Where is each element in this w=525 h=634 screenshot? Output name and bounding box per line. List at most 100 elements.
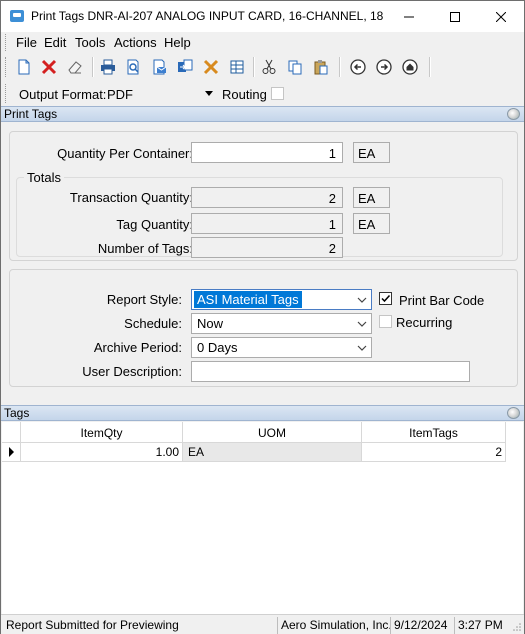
column-header-itemtags[interactable]: ItemTags (362, 422, 506, 443)
transaction-quantity-label: Transaction Quantity: (69, 190, 193, 205)
menu-edit[interactable]: Edit (44, 35, 66, 50)
status-date: 9/12/2024 (390, 617, 449, 634)
schedule-label: Schedule: (124, 316, 182, 331)
format-bar: Output Format: PDF Routing (1, 81, 524, 106)
output-format-value: PDF (107, 87, 133, 102)
close-icon (496, 11, 506, 22)
cell-item-qty[interactable]: 1.00 (21, 443, 183, 462)
print-tags-window: Print Tags DNR-AI-207 ANALOG INPUT CARD,… (0, 0, 525, 634)
output-format-select[interactable]: PDF (105, 84, 217, 103)
menu-actions[interactable]: Actions (114, 35, 157, 50)
collapse-icon[interactable] (507, 108, 520, 120)
totals-title: Totals (24, 170, 64, 185)
cancel-tools-icon[interactable] (201, 57, 221, 77)
tag-quantity-label: Tag Quantity: (116, 217, 193, 232)
forward-icon[interactable] (374, 57, 394, 77)
quantity-per-container-label: Quantity Per Container: (57, 146, 193, 161)
maximize-button[interactable] (432, 1, 478, 32)
back-icon[interactable] (348, 57, 368, 77)
user-description-field[interactable] (191, 361, 470, 382)
cell-item-tags[interactable]: 2 (362, 443, 506, 462)
email-icon[interactable] (149, 57, 169, 77)
window-title: Print Tags DNR-AI-207 ANALOG INPUT CARD,… (31, 9, 387, 23)
report-style-value: ASI Material Tags (194, 291, 302, 308)
report-panel: Report Style: ASI Material Tags Print Ba… (9, 269, 518, 387)
output-format-label: Output Format: (19, 87, 107, 102)
chevron-down-icon (353, 291, 370, 308)
current-row-icon (9, 447, 14, 457)
quantity-per-container-uom-text: EA (358, 146, 376, 161)
status-company: Aero Simulation, Inc. (277, 617, 392, 634)
maximize-icon (450, 11, 460, 22)
menu-help[interactable]: Help (164, 35, 191, 50)
format-bar-grip (5, 84, 8, 103)
archive-period-value: 0 Days (197, 340, 238, 355)
toolbar (1, 53, 524, 81)
toolbar-grip (5, 57, 8, 77)
menu-grip (5, 34, 8, 51)
transaction-quantity-value: 2 (328, 191, 336, 206)
paste-icon[interactable] (311, 57, 331, 77)
toolbar-separator (253, 57, 255, 77)
number-of-tags-field: 2 (191, 237, 343, 258)
schedule-value: Now (197, 316, 224, 331)
user-description-label: User Description: (82, 364, 182, 379)
recurring-checkbox[interactable] (379, 315, 392, 328)
toolbar-separator (92, 57, 94, 77)
close-button[interactable] (478, 1, 524, 32)
menu-file[interactable]: File (16, 35, 37, 50)
column-header-uom[interactable]: UOM (183, 422, 362, 443)
new-document-icon[interactable] (14, 57, 34, 77)
delete-icon[interactable] (39, 57, 59, 77)
export-icon[interactable] (175, 57, 195, 77)
print-tags-section-title: Print Tags (4, 107, 58, 121)
minimize-button[interactable] (386, 1, 432, 32)
eraser-icon[interactable] (65, 57, 85, 77)
tags-grid: ItemQty UOM ItemTags 1.00 EA 2 (2, 422, 523, 614)
print-preview-icon[interactable] (123, 57, 143, 77)
column-header-itemqty[interactable]: ItemQty (21, 422, 183, 443)
title-bar: Print Tags DNR-AI-207 ANALOG INPUT CARD,… (1, 1, 524, 32)
routing-label: Routing (222, 87, 267, 102)
excel-icon[interactable] (227, 57, 247, 77)
transaction-quantity-uom: EA (353, 187, 390, 208)
quantity-per-container-uom: EA (353, 142, 390, 163)
quantity-panel: Quantity Per Container: 1 EA Totals Tran… (9, 131, 518, 261)
archive-period-select[interactable]: 0 Days (191, 337, 372, 358)
schedule-select[interactable]: Now (191, 313, 372, 334)
transaction-quantity-uom-text: EA (358, 191, 376, 206)
archive-period-label: Archive Period: (93, 340, 182, 355)
print-icon[interactable] (98, 57, 118, 77)
copy-icon[interactable] (285, 57, 305, 77)
resize-grip-icon[interactable] (512, 622, 522, 632)
routing-checkbox[interactable] (271, 87, 284, 100)
toolbar-separator (429, 57, 431, 77)
status-message: Report Submitted for Previewing (6, 618, 179, 632)
print-bar-code-checkbox[interactable] (379, 292, 392, 305)
menu-tools[interactable]: Tools (75, 35, 105, 50)
quantity-per-container-value: 1 (328, 146, 336, 161)
row-header-corner (2, 422, 21, 443)
toolbar-separator (339, 57, 341, 77)
chevron-down-icon (353, 315, 370, 332)
tag-quantity-field: 1 (191, 213, 343, 234)
number-of-tags-label: Number of Tags: (97, 241, 193, 256)
cut-icon[interactable] (259, 57, 279, 77)
print-tags-section-header: Print Tags (1, 106, 524, 122)
home-icon[interactable] (400, 57, 420, 77)
status-time: 3:27 PM (454, 617, 508, 634)
tag-quantity-uom-text: EA (358, 217, 376, 232)
transaction-quantity-field: 2 (191, 187, 343, 208)
report-style-select[interactable]: ASI Material Tags (191, 289, 372, 310)
app-icon (10, 10, 24, 22)
row-selector[interactable] (2, 443, 21, 462)
collapse-icon[interactable] (507, 407, 520, 419)
status-bar: Report Submitted for Previewing Aero Sim… (1, 614, 524, 634)
cell-uom[interactable]: EA (183, 443, 362, 462)
recurring-label: Recurring (396, 315, 453, 330)
chevron-down-icon (353, 339, 370, 356)
report-style-label: Report Style: (106, 292, 182, 307)
checkmark-icon (381, 294, 391, 303)
quantity-per-container-field[interactable]: 1 (191, 142, 343, 163)
number-of-tags-value: 2 (328, 241, 336, 256)
